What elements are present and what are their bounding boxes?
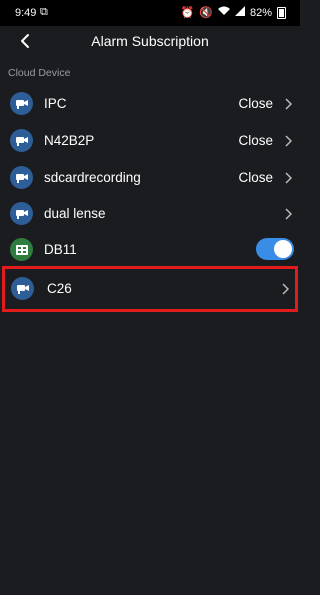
alarm-icon: ⏰ [180, 7, 195, 19]
device-row-db11: DB11 [0, 232, 300, 268]
chevron-right-icon [282, 283, 289, 295]
doorbell-icon [10, 238, 33, 261]
camera-icon [11, 277, 34, 300]
status-bar: 9:49 ⧉ ⏰ 🔇 82% [0, 0, 300, 26]
chevron-right-icon [285, 208, 292, 220]
status-time: 9:49 [15, 7, 37, 19]
device-row-c26[interactable]: C26 [2, 266, 298, 312]
subscription-toggle[interactable] [256, 238, 294, 260]
chevron-right-icon [285, 135, 292, 147]
camera-icon [10, 202, 33, 225]
camera-icon [10, 92, 33, 115]
device-status: Close [238, 96, 273, 111]
battery-percent: 82% [249, 6, 272, 19]
device-name: sdcardrecording [44, 170, 141, 185]
screenshot-icon: ⧉ [40, 6, 48, 18]
device-status: Close [238, 170, 273, 185]
device-status: Close [238, 133, 273, 148]
chevron-right-icon [285, 172, 292, 184]
page-title: Alarm Subscription [91, 33, 209, 49]
camera-icon [10, 129, 33, 152]
device-name: dual lense [44, 206, 106, 221]
device-row-ipc[interactable]: IPC Close [0, 86, 300, 122]
device-row-sdcardrecording[interactable]: sdcardrecording Close [0, 160, 300, 196]
device-name: DB11 [44, 242, 77, 257]
battery-icon [277, 6, 286, 19]
section-label: Cloud Device [8, 67, 71, 79]
camera-icon [10, 166, 33, 189]
header: Alarm Subscription [0, 26, 300, 58]
signal-icon [234, 6, 245, 19]
device-name: IPC [44, 96, 67, 111]
toggle-knob [274, 240, 292, 258]
wifi-icon [217, 6, 230, 19]
status-icons: ⏰ 🔇 82% [181, 6, 286, 19]
device-row-n42b2p[interactable]: N42B2P Close [0, 123, 300, 159]
device-name: N42B2P [44, 133, 95, 148]
device-row-dual-lense[interactable]: dual lense [0, 196, 300, 232]
mute-icon: 🔇 [199, 7, 213, 19]
chevron-right-icon [285, 98, 292, 110]
device-name: C26 [47, 281, 72, 296]
